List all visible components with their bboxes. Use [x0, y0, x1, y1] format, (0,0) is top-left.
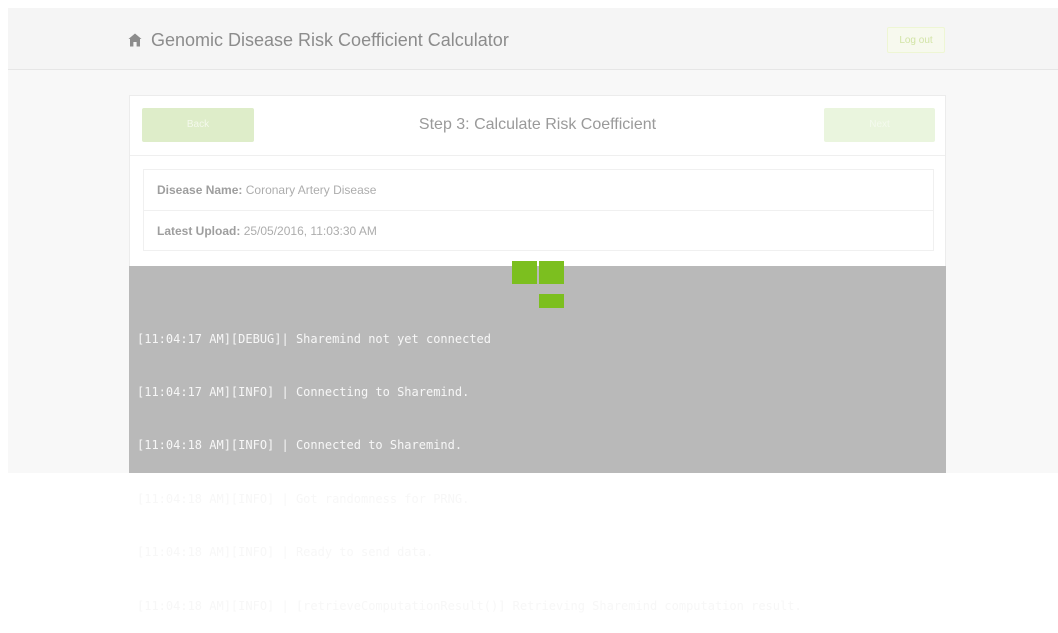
log-line: [11:04:17 AM][INFO] | Connecting to Shar… — [137, 384, 470, 399]
logout-button[interactable]: Log out — [887, 27, 945, 53]
app-title: Genomic Disease Risk Coefficient Calcula… — [151, 30, 509, 50]
latest-upload-label: Latest Upload: — [157, 224, 241, 238]
disease-name-label: Disease Name: — [157, 183, 243, 197]
console-log: [11:04:17 AM][DEBUG]| Sharemind not yet … — [137, 295, 802, 633]
latest-upload-value: 25/05/2016, 11:03:30 AM — [243, 224, 377, 238]
disease-info: Disease Name: Coronary Artery Disease La… — [143, 169, 934, 251]
log-line: [11:04:18 AM][INFO] | Ready to send data… — [137, 545, 434, 560]
log-line: [11:04:18 AM][INFO] | Got randomness for… — [137, 491, 470, 506]
panel-header: Back Step 3: Calculate Risk Coefficient … — [130, 96, 945, 156]
step-title: Step 3: Calculate Risk Coefficient — [418, 116, 657, 133]
spinner-square — [512, 261, 537, 284]
home-icon — [128, 33, 142, 47]
spinner-square — [539, 261, 564, 284]
disease-name-value: Coronary Artery Disease — [245, 183, 377, 197]
next-button[interactable]: Next — [824, 108, 935, 142]
log-line: [11:04:18 AM][INFO] | [retrieveComputati… — [137, 598, 802, 613]
latest-upload-row: Latest Upload: 25/05/2016, 11:03:30 AM — [144, 210, 933, 251]
disease-name-row: Disease Name: Coronary Artery Disease — [144, 170, 933, 210]
log-line: [11:04:17 AM][DEBUG]| Sharemind not yet … — [137, 331, 492, 346]
log-line: [11:04:18 AM][INFO] | Connected to Share… — [137, 438, 463, 453]
brand[interactable]: Genomic Disease Risk Coefficient Calcula… — [128, 30, 509, 50]
